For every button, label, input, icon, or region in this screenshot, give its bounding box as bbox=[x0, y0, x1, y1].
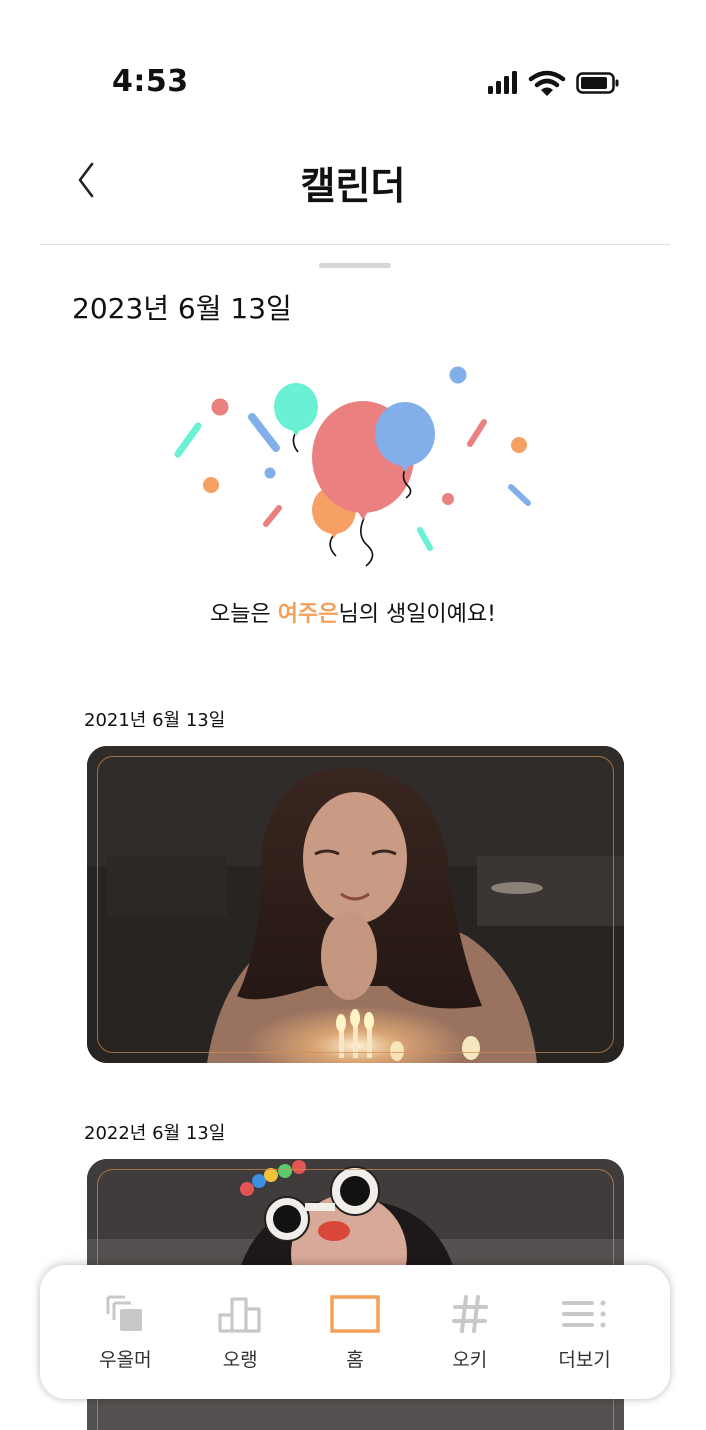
memory-date: 2021년 6월 13일 bbox=[84, 710, 226, 731]
nav-label: 더보기 bbox=[558, 1348, 611, 1371]
memory-photo[interactable] bbox=[87, 746, 624, 1063]
nav-label: 오랭 bbox=[222, 1348, 258, 1371]
bottom-navigation: 우올머 오랭 홈 오키 더보기 bbox=[40, 1265, 670, 1399]
balloons-confetti-illustration bbox=[174, 366, 531, 567]
nav-item-more[interactable]: 더보기 bbox=[535, 1293, 635, 1372]
nav-label: 우올머 bbox=[99, 1348, 152, 1371]
status-icons bbox=[486, 70, 620, 100]
nav-item-oki[interactable]: 오키 bbox=[420, 1293, 520, 1372]
home-rectangle-icon bbox=[330, 1293, 380, 1335]
nav-item-oraeng[interactable]: 오랭 bbox=[190, 1293, 290, 1372]
stacked-squares-icon bbox=[100, 1293, 150, 1335]
bar-chart-icon bbox=[215, 1293, 265, 1335]
memory-date: 2022년 6월 13일 bbox=[84, 1123, 226, 1144]
wifi-icon bbox=[528, 70, 566, 96]
nav-item-uolmeo[interactable]: 우올머 bbox=[75, 1293, 175, 1372]
nav-item-home[interactable]: 홈 bbox=[305, 1293, 405, 1372]
birthday-message-prefix: 오늘은 bbox=[210, 602, 278, 627]
current-date: 2023년 6월 13일 bbox=[72, 292, 292, 325]
birthday-name: 여주은 bbox=[277, 602, 339, 627]
hashtag-icon bbox=[445, 1293, 495, 1335]
nav-label: 오키 bbox=[452, 1348, 488, 1371]
menu-more-icon bbox=[560, 1293, 610, 1335]
calendar-screen: 4:53 캘린더 2023년 6월 13일 오늘은 여주은님의 생일이예요! 2… bbox=[0, 0, 706, 1430]
header-divider bbox=[40, 244, 670, 245]
drag-handle[interactable] bbox=[319, 263, 391, 268]
battery-icon bbox=[576, 72, 619, 94]
status-time: 4:53 bbox=[112, 64, 189, 99]
photo-frame bbox=[97, 756, 614, 1053]
birthday-message-suffix: 님의 생일이예요! bbox=[338, 602, 496, 627]
page-title: 캘린더 bbox=[300, 164, 406, 208]
cellular-signal-icon bbox=[488, 71, 517, 94]
nav-label: 홈 bbox=[346, 1348, 364, 1371]
birthday-message: 오늘은 여주은님의 생일이예요! bbox=[0, 596, 706, 628]
